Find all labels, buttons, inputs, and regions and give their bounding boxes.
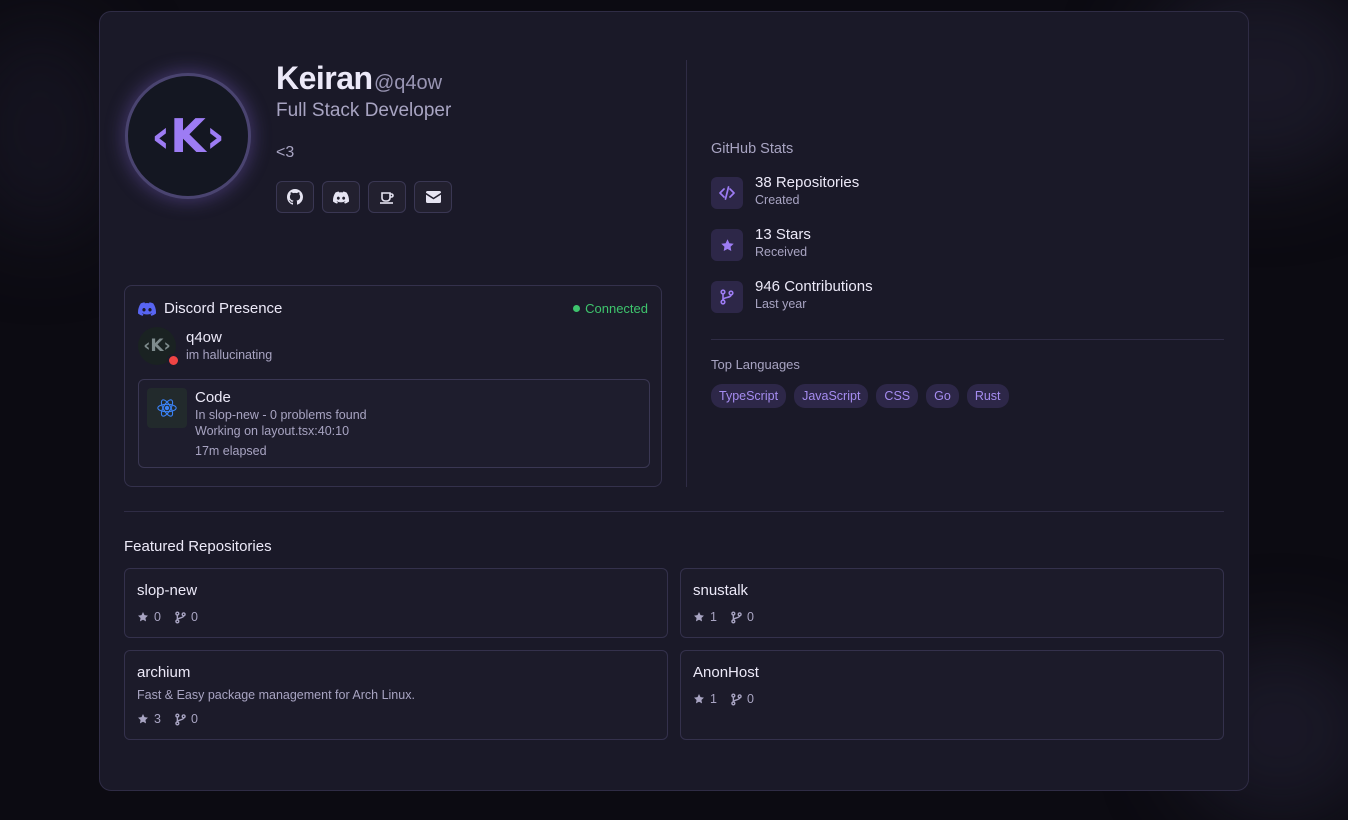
stat-repositories: 38 Repositories Created [711, 174, 860, 209]
repo-name: AnonHost [693, 664, 759, 681]
top-languages-title: Top Languages [711, 357, 800, 372]
repo-stats: 1 0 [693, 610, 754, 624]
repo-card-anonhost[interactable]: AnonHost 1 0 [680, 650, 1224, 740]
discord-custom-status: im hallucinating [186, 348, 273, 362]
discord-link-button[interactable] [322, 181, 360, 213]
profile-bio: <3 [276, 144, 295, 161]
stat-sub: Received [755, 245, 808, 259]
repo-card-archium[interactable]: archium Fast & Easy package management f… [124, 650, 668, 740]
repo-stats: 3 0 [137, 712, 198, 726]
language-pill: Go [926, 384, 959, 408]
section-divider [124, 511, 1224, 512]
fork-icon [175, 712, 186, 726]
activity-details: In slop-new - 0 problems found [195, 408, 367, 422]
fork-icon [175, 610, 186, 624]
star-icon [138, 612, 148, 622]
star-icon [711, 229, 743, 261]
discord-icon [333, 191, 349, 204]
stat-sub: Created [755, 193, 800, 207]
fork-icon [731, 692, 742, 706]
language-list: TypeScript JavaScript CSS Go Rust [711, 384, 1009, 408]
repo-name: snustalk [693, 582, 749, 599]
mail-icon [425, 191, 441, 203]
discord-avatar-text: ‹K› [143, 336, 171, 356]
github-stats-title: GitHub Stats [711, 141, 794, 157]
activity-state: Working on layout.tsx:40:10 [195, 424, 350, 438]
git-branch-icon [711, 281, 743, 313]
social-links [276, 181, 452, 213]
activity-name: Code [195, 389, 231, 406]
react-icon [157, 399, 177, 417]
email-link-button[interactable] [414, 181, 452, 213]
stat-sub: Last year [755, 297, 807, 311]
connection-status: Connected [573, 301, 648, 316]
discord-username: q4ow [186, 329, 222, 346]
stat-contributions: 946 Contributions Last year [711, 278, 873, 313]
featured-repositories-title: Featured Repositories [124, 538, 272, 555]
activity-app-icon [147, 388, 187, 428]
repo-card-snustalk[interactable]: snustalk 1 0 [680, 568, 1224, 638]
status-dot [573, 305, 581, 312]
stat-main: 946 Contributions [755, 278, 873, 295]
coffee-link-button[interactable] [368, 181, 406, 213]
language-pill: JavaScript [794, 384, 869, 408]
vertical-divider [686, 60, 687, 487]
profile-title: Full Stack Developer [276, 100, 452, 121]
discord-icon [138, 301, 156, 316]
repo-card-slop-new[interactable]: slop-new 0 0 [124, 568, 668, 638]
stats-divider [711, 339, 1224, 340]
repo-forks: 0 [190, 712, 198, 726]
repo-name: slop-new [137, 582, 198, 599]
language-pill: CSS [876, 384, 919, 408]
language-pill: Rust [966, 384, 1009, 408]
profile-handle: @q4ow [374, 72, 443, 94]
repo-forks: 0 [746, 692, 754, 706]
fork-icon [731, 610, 742, 624]
star-icon [694, 694, 704, 704]
repo-stars: 0 [154, 610, 161, 624]
repo-stats: 1 0 [693, 692, 754, 706]
coffee-icon [380, 192, 394, 204]
github-icon [287, 189, 303, 205]
repo-stars: 1 [710, 610, 717, 624]
github-link-button[interactable] [276, 181, 314, 213]
stat-main: 13 Stars [755, 226, 811, 243]
dnd-status-indicator [167, 354, 180, 367]
discord-presence-title: Discord Presence [164, 300, 283, 317]
stat-stars: 13 Stars Received [711, 226, 811, 261]
repo-name: archium [137, 664, 191, 681]
repo-stats: 0 0 [137, 610, 198, 624]
repo-forks: 0 [190, 610, 198, 624]
discord-avatar: ‹K› [138, 327, 180, 367]
language-pill: TypeScript [711, 384, 787, 408]
star-icon [694, 612, 704, 622]
code-icon [711, 177, 743, 209]
avatar: ‹K› [125, 73, 251, 199]
repo-stars: 1 [710, 692, 717, 706]
activity-card: Code In slop-new - 0 problems found Work… [138, 379, 650, 468]
repo-stars: 3 [154, 712, 161, 726]
discord-presence-card: Discord Presence Connected ‹K› q4ow im h… [124, 285, 662, 487]
profile-name: Keiran [276, 60, 373, 96]
stat-main: 38 Repositories [755, 174, 860, 191]
repo-description: Fast & Easy package management for Arch … [137, 688, 415, 702]
repo-forks: 0 [746, 610, 754, 624]
activity-elapsed: 17m elapsed [195, 444, 267, 458]
star-icon [138, 714, 148, 724]
connection-status-label: Connected [585, 301, 648, 316]
